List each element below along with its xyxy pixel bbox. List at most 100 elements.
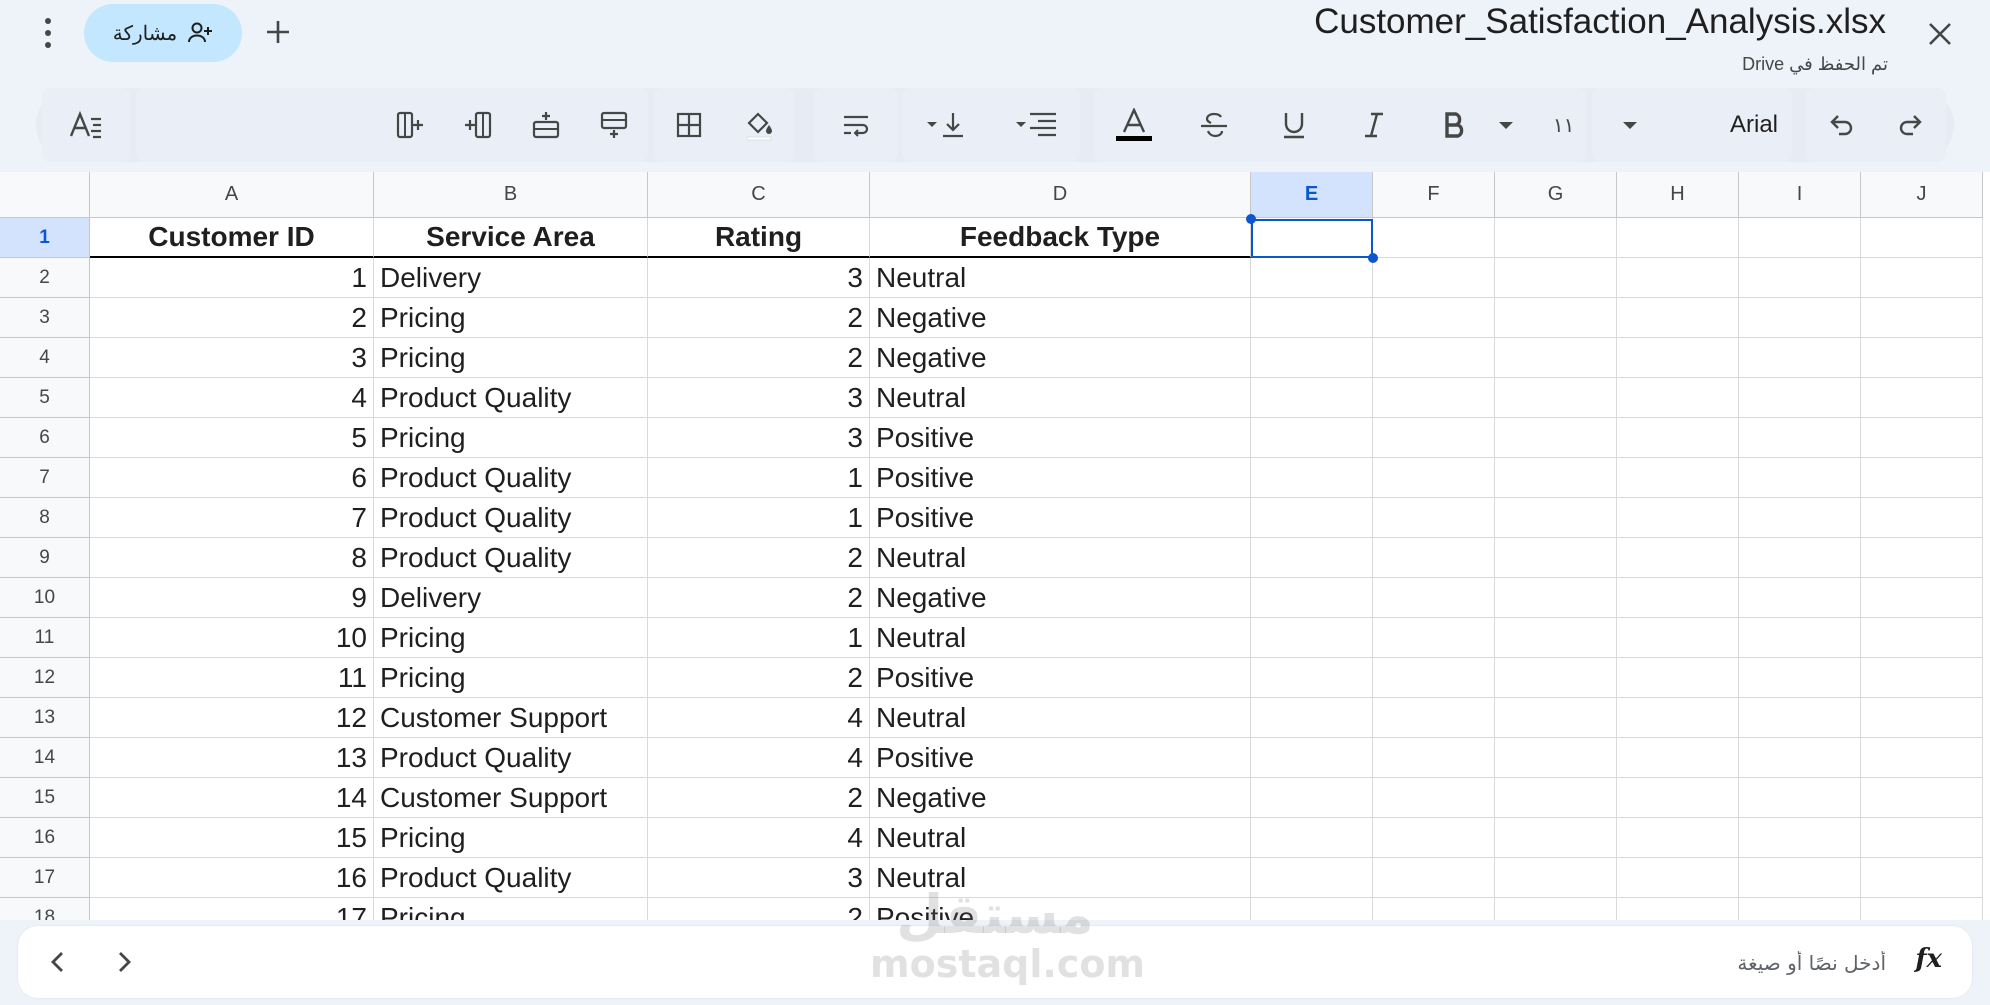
cell-c14[interactable]: 4 bbox=[648, 738, 870, 778]
cell-h12[interactable] bbox=[1617, 658, 1739, 698]
cell-c4[interactable]: 2 bbox=[648, 338, 870, 378]
cell-g14[interactable] bbox=[1495, 738, 1617, 778]
cell-g3[interactable] bbox=[1495, 298, 1617, 338]
row-header-6[interactable]: 6 bbox=[0, 418, 90, 458]
column-header-j[interactable]: J bbox=[1861, 172, 1983, 218]
cell-j8[interactable] bbox=[1861, 498, 1983, 538]
cell-b16[interactable]: Pricing bbox=[374, 818, 648, 858]
cell-d11[interactable]: Neutral bbox=[870, 618, 1251, 658]
cell-g5[interactable] bbox=[1495, 378, 1617, 418]
fill-color-icon[interactable] bbox=[735, 101, 783, 149]
cell-b4[interactable]: Pricing bbox=[374, 338, 648, 378]
cell-c9[interactable]: 2 bbox=[648, 538, 870, 578]
cell-h6[interactable] bbox=[1617, 418, 1739, 458]
cell-i17[interactable] bbox=[1739, 858, 1861, 898]
font-name[interactable]: Arial bbox=[1730, 111, 1778, 139]
cell-j4[interactable] bbox=[1861, 338, 1983, 378]
cell-i1[interactable] bbox=[1739, 218, 1861, 258]
cell-h4[interactable] bbox=[1617, 338, 1739, 378]
cell-i7[interactable] bbox=[1739, 458, 1861, 498]
redo-icon[interactable] bbox=[1887, 101, 1935, 149]
row-header-16[interactable]: 16 bbox=[0, 818, 90, 858]
cell-j10[interactable] bbox=[1861, 578, 1983, 618]
cell-f1[interactable] bbox=[1373, 218, 1495, 258]
text-style-icon[interactable] bbox=[62, 101, 110, 149]
cell-h17[interactable] bbox=[1617, 858, 1739, 898]
cell-b17[interactable]: Product Quality bbox=[374, 858, 648, 898]
row-header-17[interactable]: 17 bbox=[0, 858, 90, 898]
cell-f3[interactable] bbox=[1373, 298, 1495, 338]
row-header-10[interactable]: 10 bbox=[0, 578, 90, 618]
cell-f9[interactable] bbox=[1373, 538, 1495, 578]
cell-d5[interactable]: Neutral bbox=[870, 378, 1251, 418]
cell-a10[interactable]: 9 bbox=[90, 578, 374, 618]
cell-f6[interactable] bbox=[1373, 418, 1495, 458]
cell-i10[interactable] bbox=[1739, 578, 1861, 618]
cell-a17[interactable]: 16 bbox=[90, 858, 374, 898]
cell-f12[interactable] bbox=[1373, 658, 1495, 698]
cell-f11[interactable] bbox=[1373, 618, 1495, 658]
insert-row-below-icon[interactable] bbox=[590, 101, 638, 149]
cell-c11[interactable]: 1 bbox=[648, 618, 870, 658]
cell-a7[interactable]: 6 bbox=[90, 458, 374, 498]
cell-c2[interactable]: 3 bbox=[648, 258, 870, 298]
cell-h11[interactable] bbox=[1617, 618, 1739, 658]
cell-e6[interactable] bbox=[1251, 418, 1373, 458]
row-header-18[interactable]: 18 bbox=[0, 898, 90, 920]
cell-j5[interactable] bbox=[1861, 378, 1983, 418]
cell-i15[interactable] bbox=[1739, 778, 1861, 818]
cell-b11[interactable]: Pricing bbox=[374, 618, 648, 658]
horizontal-align-icon[interactable] bbox=[1012, 101, 1060, 149]
column-header-c[interactable]: C bbox=[648, 172, 870, 218]
cell-j9[interactable] bbox=[1861, 538, 1983, 578]
cell-d4[interactable]: Negative bbox=[870, 338, 1251, 378]
cell-a18[interactable]: 17 bbox=[90, 898, 374, 920]
cell-e4[interactable] bbox=[1251, 338, 1373, 378]
file-title[interactable]: Customer_Satisfaction_Analysis.xlsx bbox=[1314, 2, 1886, 42]
share-button[interactable]: مشاركة bbox=[84, 4, 242, 62]
cell-b3[interactable]: Pricing bbox=[374, 298, 648, 338]
chevron-left-icon[interactable] bbox=[42, 946, 74, 978]
cell-j16[interactable] bbox=[1861, 818, 1983, 858]
row-header-12[interactable]: 12 bbox=[0, 658, 90, 698]
cell-i4[interactable] bbox=[1739, 338, 1861, 378]
cell-j7[interactable] bbox=[1861, 458, 1983, 498]
cell-e11[interactable] bbox=[1251, 618, 1373, 658]
cell-f17[interactable] bbox=[1373, 858, 1495, 898]
cell-a3[interactable]: 2 bbox=[90, 298, 374, 338]
select-all-corner[interactable] bbox=[0, 172, 90, 218]
cell-h10[interactable] bbox=[1617, 578, 1739, 618]
new-icon[interactable] bbox=[258, 12, 298, 52]
text-color-icon[interactable] bbox=[1110, 101, 1158, 149]
column-header-d[interactable]: D bbox=[870, 172, 1251, 218]
cell-i16[interactable] bbox=[1739, 818, 1861, 858]
cell-j2[interactable] bbox=[1861, 258, 1983, 298]
cell-c13[interactable]: 4 bbox=[648, 698, 870, 738]
cell-f16[interactable] bbox=[1373, 818, 1495, 858]
row-header-14[interactable]: 14 bbox=[0, 738, 90, 778]
cell-a11[interactable]: 10 bbox=[90, 618, 374, 658]
cell-g18[interactable] bbox=[1495, 898, 1617, 920]
cell-j3[interactable] bbox=[1861, 298, 1983, 338]
cell-i3[interactable] bbox=[1739, 298, 1861, 338]
cell-f2[interactable] bbox=[1373, 258, 1495, 298]
cell-c3[interactable]: 2 bbox=[648, 298, 870, 338]
cell-e8[interactable] bbox=[1251, 498, 1373, 538]
cell-g12[interactable] bbox=[1495, 658, 1617, 698]
cell-d3[interactable]: Negative bbox=[870, 298, 1251, 338]
column-header-e[interactable]: E bbox=[1251, 172, 1373, 218]
cell-c12[interactable]: 2 bbox=[648, 658, 870, 698]
cell-d8[interactable]: Positive bbox=[870, 498, 1251, 538]
cell-c6[interactable]: 3 bbox=[648, 418, 870, 458]
cell-j1[interactable] bbox=[1861, 218, 1983, 258]
cell-c17[interactable]: 3 bbox=[648, 858, 870, 898]
cell-i13[interactable] bbox=[1739, 698, 1861, 738]
cell-a2[interactable]: 1 bbox=[90, 258, 374, 298]
cell-b18[interactable]: Pricing bbox=[374, 898, 648, 920]
cell-e18[interactable] bbox=[1251, 898, 1373, 920]
font-dropdown-icon[interactable] bbox=[1606, 101, 1654, 149]
cell-d16[interactable]: Neutral bbox=[870, 818, 1251, 858]
cell-h15[interactable] bbox=[1617, 778, 1739, 818]
cell-g17[interactable] bbox=[1495, 858, 1617, 898]
column-header-b[interactable]: B bbox=[374, 172, 648, 218]
